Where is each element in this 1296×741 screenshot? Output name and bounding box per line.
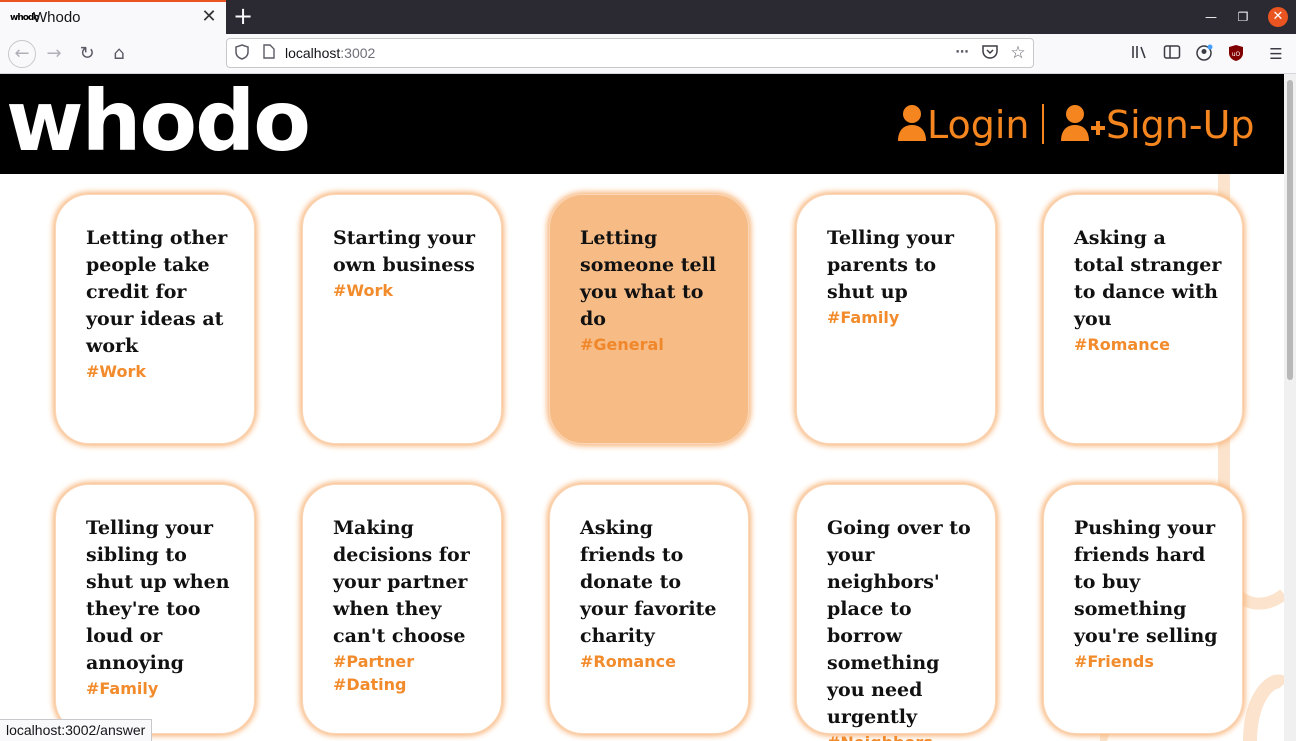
signup-link[interactable]: Sign-Up	[1060, 100, 1255, 150]
browser-tab[interactable]: whodo Whodo ✕	[0, 0, 226, 34]
forward-arrow-icon[interactable]: →	[40, 40, 68, 68]
page-viewport: whodo Login Sign-Up Letting other people…	[0, 74, 1284, 741]
url-text[interactable]: localhost:3002	[285, 45, 375, 61]
card-title: Asking friends to donate to your favorit…	[580, 517, 717, 647]
card-title: Telling your sibling to shut up when the…	[86, 517, 230, 674]
question-card[interactable]: Starting your own business #Work	[302, 194, 502, 444]
window-close-icon[interactable]: ✕	[1268, 7, 1288, 27]
reload-icon[interactable]: ↻	[73, 40, 101, 68]
card-title: Making decisions for your partner when t…	[333, 517, 470, 647]
card-tag[interactable]: #Family	[827, 306, 975, 329]
ublock-icon[interactable]: uO	[1226, 44, 1246, 64]
card-tag[interactable]: #Friends	[1074, 650, 1222, 673]
login-label: Login	[927, 103, 1030, 147]
card-tag[interactable]: #Neighbors	[827, 731, 975, 741]
card-tag[interactable]: #General	[580, 333, 728, 356]
user-plus-icon	[1060, 100, 1106, 156]
card-tag[interactable]: #Romance	[1074, 333, 1222, 356]
question-card[interactable]: Making decisions for your partner when t…	[302, 484, 502, 734]
card-tag[interactable]: #Work	[333, 279, 481, 302]
whodo-logo[interactable]: whodo	[6, 76, 311, 166]
tab-strip: whodo Whodo ✕ + — ❐ ✕	[0, 0, 1296, 34]
question-card[interactable]: Going over to your neighbors' place to b…	[796, 484, 996, 741]
question-card[interactable]: Telling your parents to shut up #Family	[796, 194, 996, 444]
menu-icon[interactable]: ☰	[1266, 44, 1286, 64]
card-title: Asking a total stranger to dance with yo…	[1074, 227, 1222, 330]
question-card[interactable]: Pushing your friends hard to buy somethi…	[1043, 484, 1243, 734]
question-card[interactable]: Telling your sibling to shut up when the…	[55, 484, 255, 734]
card-tag[interactable]: #Work	[86, 360, 234, 383]
home-icon[interactable]: ⌂	[105, 40, 133, 68]
minimize-icon[interactable]: —	[1202, 8, 1220, 26]
card-tag[interactable]: #Dating	[333, 673, 481, 696]
card-title: Pushing your friends hard to buy somethi…	[1074, 517, 1218, 647]
card-tag[interactable]: #Romance	[580, 650, 728, 673]
card-title: Letting someone tell you what to do	[580, 227, 717, 330]
sidebar-icon[interactable]	[1162, 44, 1182, 64]
pocket-icon[interactable]	[981, 44, 999, 62]
url-bar[interactable]: localhost:3002 ⋯ ☆	[226, 38, 1034, 68]
back-arrow-icon[interactable]: ←	[8, 40, 36, 68]
restore-icon[interactable]: ❐	[1234, 8, 1252, 26]
header-divider	[1042, 104, 1044, 144]
status-bar-url: localhost:3002/answer	[0, 719, 153, 741]
page-icon[interactable]	[260, 44, 278, 62]
question-card[interactable]: Asking friends to donate to your favorit…	[549, 484, 749, 734]
bookmark-star-icon[interactable]: ☆	[1009, 44, 1027, 62]
card-title: Going over to your neighbors' place to b…	[827, 517, 971, 728]
account-icon[interactable]	[1194, 44, 1214, 64]
question-card[interactable]: Letting someone tell you what to do #Gene…	[549, 194, 749, 444]
shield-icon[interactable]	[233, 44, 251, 62]
card-title: Letting other people take credit for you…	[86, 227, 228, 357]
tab-title: Whodo	[33, 9, 81, 26]
card-title: Telling your parents to shut up	[827, 227, 954, 303]
navigation-toolbar: ← → ↻ ⌂ localhost:3002 ⋯ ☆ uO ☰	[0, 34, 1296, 74]
library-icon[interactable]	[1130, 44, 1150, 64]
question-card[interactable]: Asking a total stranger to dance with yo…	[1043, 194, 1243, 444]
card-tag[interactable]: #Family	[86, 677, 234, 700]
more-actions-icon[interactable]: ⋯	[953, 44, 971, 62]
close-icon[interactable]: ✕	[200, 7, 218, 27]
login-link[interactable]: Login	[897, 100, 1030, 150]
whodo-favicon-icon: whodo	[10, 13, 40, 23]
scrollbar[interactable]	[1284, 74, 1296, 741]
svg-text:uO: uO	[1232, 51, 1241, 58]
question-card[interactable]: Letting other people take credit for you…	[55, 194, 255, 444]
signup-label: Sign-Up	[1106, 103, 1255, 147]
user-icon	[897, 100, 927, 156]
card-tag[interactable]: #Partner	[333, 650, 481, 673]
site-header: whodo Login Sign-Up	[0, 74, 1284, 174]
card-title: Starting your own business	[333, 227, 476, 276]
new-tab-button[interactable]: +	[232, 3, 254, 29]
scroll-thumb[interactable]	[1287, 80, 1293, 380]
